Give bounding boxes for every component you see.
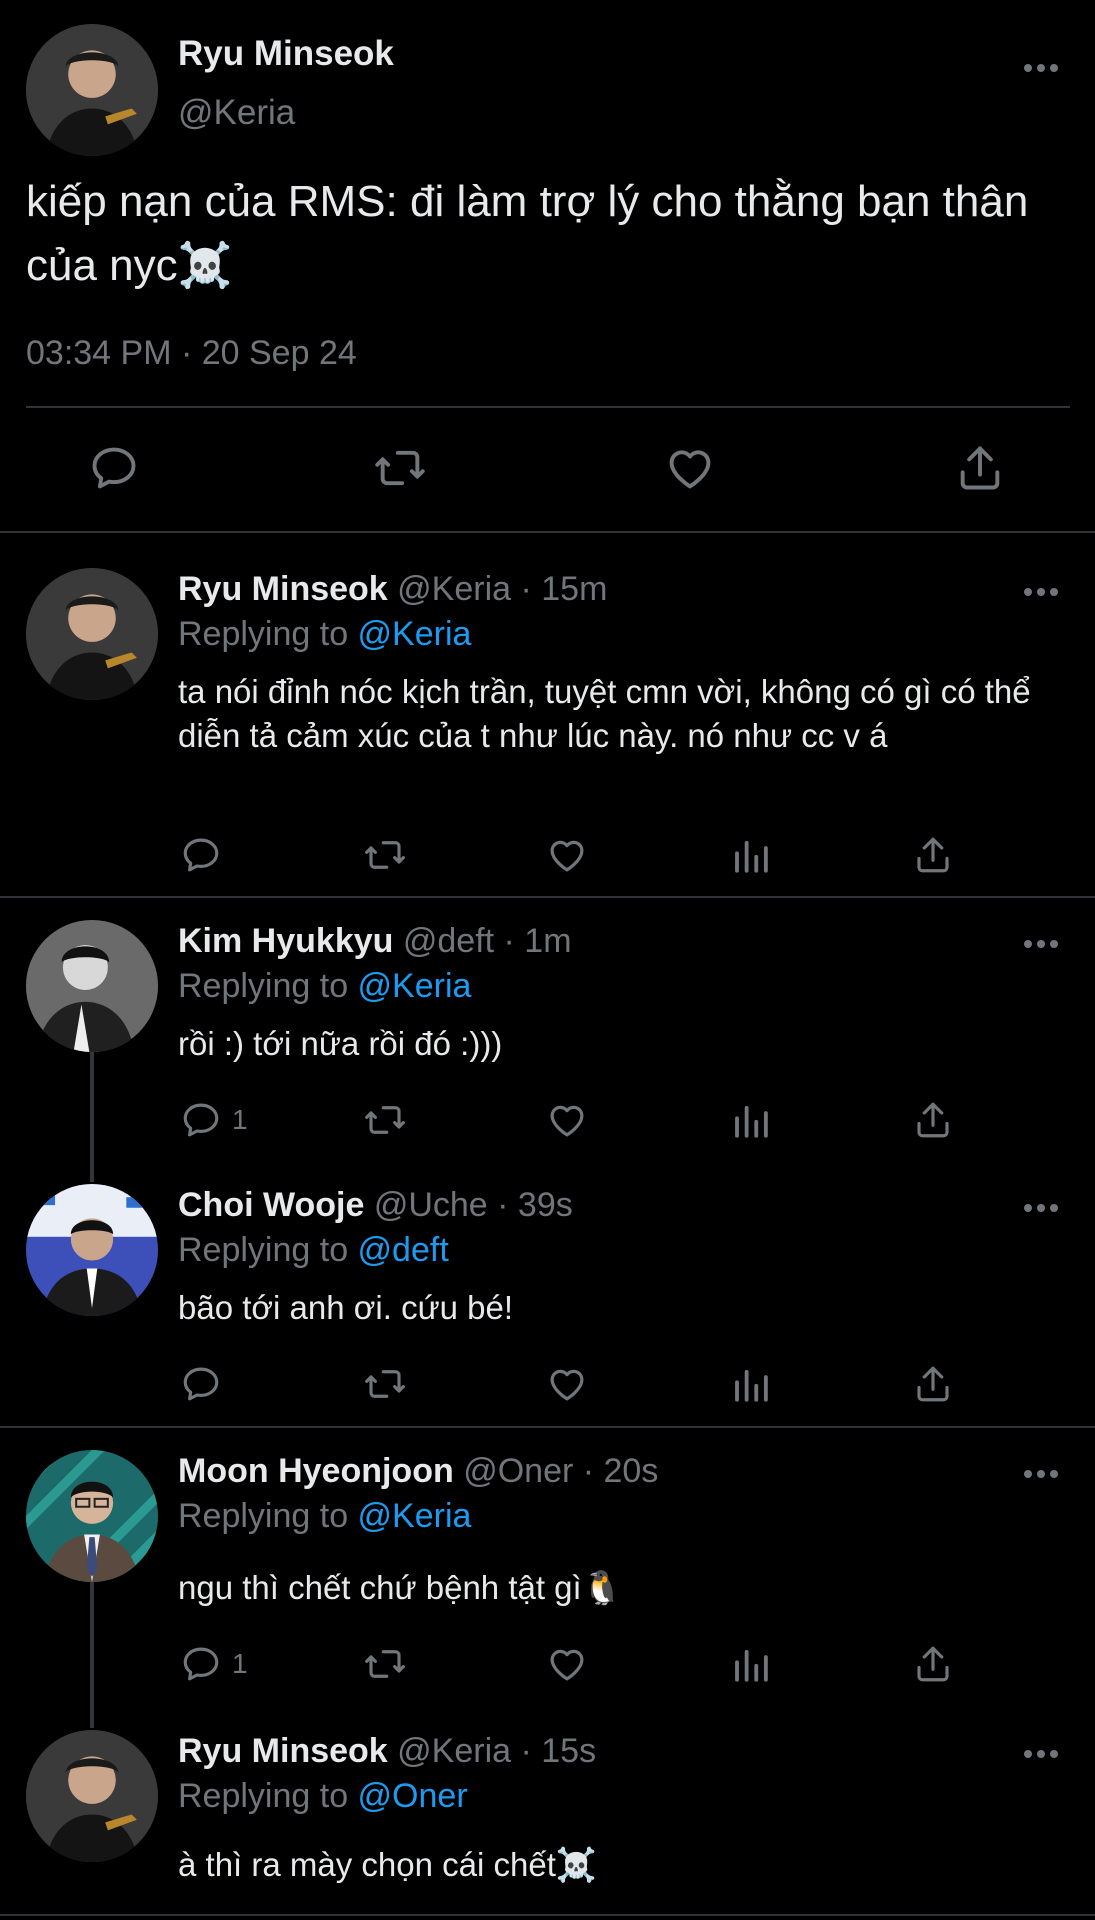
replying-to: Replying to @Keria (178, 1497, 471, 1536)
like-icon[interactable] (546, 1643, 588, 1685)
retweet-icon[interactable] (364, 834, 406, 876)
thread-line (90, 1052, 94, 1182)
more-icon[interactable] (1024, 1464, 1064, 1484)
views-icon[interactable] (730, 1643, 772, 1685)
share-icon[interactable] (912, 834, 954, 876)
author-name[interactable]: Kim Hyukkyu (178, 922, 393, 960)
author-name[interactable]: Ryu Minseok (178, 1732, 388, 1770)
share-icon[interactable] (912, 1643, 954, 1685)
author-meta: @deft · 1m (402, 922, 572, 960)
reply-count: 1 (232, 1104, 248, 1135)
reply-text: rồi :) tới nữa rồi đó :))) (178, 1025, 503, 1062)
more-icon[interactable] (1024, 582, 1064, 602)
more-icon[interactable] (1024, 58, 1064, 78)
avatar[interactable] (26, 1730, 158, 1862)
author-name[interactable]: Moon Hyeonjoon (178, 1452, 454, 1490)
mention-link[interactable]: @Keria (358, 615, 472, 653)
reply-text: bão tới anh ơi. cứu bé! (178, 1289, 514, 1326)
replying-label: Replying to (178, 1497, 358, 1535)
mention-link[interactable]: @deft (358, 1231, 449, 1269)
author-name[interactable]: Ryu Minseok (178, 570, 388, 608)
reply-icon[interactable] (180, 1363, 222, 1405)
tweet-text: kiếp nạn của RMS: đi làm trợ lý cho thằn… (26, 177, 1029, 290)
retweet-icon[interactable] (364, 1099, 406, 1141)
replying-label: Replying to (178, 967, 358, 1005)
like-icon[interactable] (664, 442, 716, 494)
more-icon[interactable] (1024, 934, 1064, 954)
share-icon[interactable] (912, 1099, 954, 1141)
views-icon[interactable] (730, 1099, 772, 1141)
retweet-icon[interactable] (374, 442, 426, 494)
reply-icon[interactable] (180, 1643, 222, 1685)
replying-to: Replying to @deft (178, 1231, 449, 1270)
thread-line (90, 1582, 94, 1728)
divider (26, 406, 1070, 408)
replying-to: Replying to @Keria (178, 615, 471, 654)
reply-count: 1 (232, 1648, 248, 1679)
more-icon[interactable] (1024, 1744, 1064, 1764)
avatar[interactable] (26, 920, 158, 1052)
author-name[interactable]: Ryu Minseok (178, 34, 394, 74)
more-icon[interactable] (1024, 1198, 1064, 1218)
reply-text: ta nói đỉnh nóc kịch trần, tuyệt cmn vời… (178, 673, 1031, 754)
reply-icon[interactable] (88, 442, 140, 494)
author-handle[interactable]: @Keria (178, 93, 295, 133)
avatar[interactable] (26, 24, 158, 156)
divider (0, 1426, 1095, 1428)
tweet-timestamp[interactable]: 03:34 PM · 20 Sep 24 (26, 334, 357, 373)
author-meta: @Keria · 15m (397, 570, 608, 608)
replying-to: Replying to @Keria (178, 967, 471, 1006)
author-meta: @Oner · 20s (463, 1452, 659, 1490)
reply-icon[interactable] (180, 1099, 222, 1141)
like-icon[interactable] (546, 1099, 588, 1141)
views-icon[interactable] (730, 834, 772, 876)
replying-to: Replying to @Oner (178, 1777, 468, 1816)
author-meta: @Keria · 15s (397, 1732, 597, 1770)
reply-icon[interactable] (180, 834, 222, 876)
mention-link[interactable]: @Keria (358, 1497, 472, 1535)
share-icon[interactable] (912, 1363, 954, 1405)
replying-label: Replying to (178, 1231, 358, 1269)
avatar[interactable] (26, 568, 158, 700)
replying-label: Replying to (178, 1777, 358, 1815)
mention-link[interactable]: @Oner (358, 1777, 468, 1815)
author-name[interactable]: Choi Wooje (178, 1186, 364, 1224)
avatar[interactable] (26, 1450, 158, 1582)
reply-text: à thì ra mày chọn cái chết☠️ (178, 1846, 597, 1883)
divider (0, 896, 1095, 898)
like-icon[interactable] (546, 1363, 588, 1405)
retweet-icon[interactable] (364, 1643, 406, 1685)
divider (0, 1914, 1095, 1916)
divider (0, 531, 1095, 533)
mention-link[interactable]: @Keria (358, 967, 472, 1005)
author-meta: @Uche · 39s (373, 1186, 573, 1224)
retweet-icon[interactable] (364, 1363, 406, 1405)
main-tweet: Ryu Minseok @Keria kiếp nạn của RMS: đi … (0, 0, 1095, 532)
views-icon[interactable] (730, 1363, 772, 1405)
share-icon[interactable] (954, 442, 1006, 494)
avatar[interactable] (26, 1184, 158, 1316)
replying-label: Replying to (178, 615, 358, 653)
reply-text: ngu thì chết chứ bệnh tật gì🐧 (178, 1569, 623, 1606)
like-icon[interactable] (546, 834, 588, 876)
